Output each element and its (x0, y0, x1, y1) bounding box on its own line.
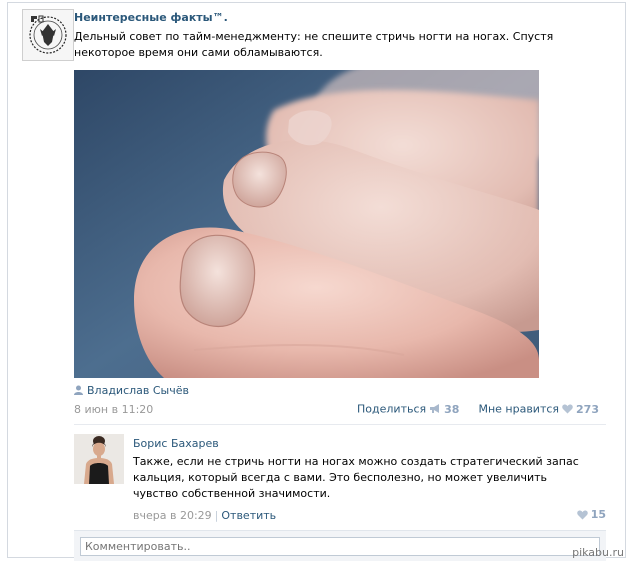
share-label[interactable]: Поделиться (357, 403, 426, 416)
reply-button[interactable]: Ответить (221, 509, 276, 522)
comment-like-count: 15 (590, 508, 606, 521)
comment-avatar-image (74, 434, 124, 484)
share-button[interactable]: Поделиться 38 (357, 402, 463, 417)
toes-photo (74, 70, 539, 378)
post-card: Неинтересные факты™. Дельный совет по та… (7, 2, 626, 561)
person-icon (74, 385, 83, 398)
comment: Борис Бахарев Также, если не стричь ногт… (74, 425, 606, 529)
like-count: 273 (576, 402, 599, 416)
megaphone-icon[interactable] (429, 403, 441, 417)
post-date[interactable]: 8 июн в 11:20 (74, 403, 153, 416)
watermark: pikabu.ru (572, 546, 624, 559)
comment-like-button[interactable]: 15 (576, 508, 606, 523)
comment-meta: вчера в 20:29 | Ответить (133, 509, 276, 522)
comment-avatar[interactable] (74, 434, 124, 484)
group-avatar[interactable] (22, 9, 74, 61)
post-actions: Поделиться 38 Мне нравится 273 (357, 402, 599, 417)
comment-time[interactable]: вчера в 20:29 (133, 509, 212, 522)
heart-icon[interactable] (576, 510, 588, 523)
comment-form (74, 530, 606, 561)
comment-text: Также, если не стричь ногти на ногах мож… (133, 455, 579, 500)
comment-meta-separator: | (214, 509, 219, 522)
group-logo-icon (23, 10, 73, 60)
post-author-name[interactable]: Владислав Сычёв (87, 384, 189, 397)
group-name-link[interactable]: Неинтересные факты™. (74, 11, 228, 24)
comment-input[interactable] (80, 537, 600, 556)
heart-icon[interactable] (562, 404, 573, 417)
post-photo[interactable] (74, 70, 539, 378)
share-count: 38 (444, 402, 460, 416)
like-label[interactable]: Мне нравится (478, 403, 559, 416)
post-author[interactable]: Владислав Сычёв (74, 384, 189, 398)
comment-author[interactable]: Борис Бахарев (133, 437, 219, 450)
post-text: Дельный совет по тайм-менеджменту: не сп… (74, 30, 554, 59)
like-button[interactable]: Мне нравится 273 (478, 402, 599, 417)
